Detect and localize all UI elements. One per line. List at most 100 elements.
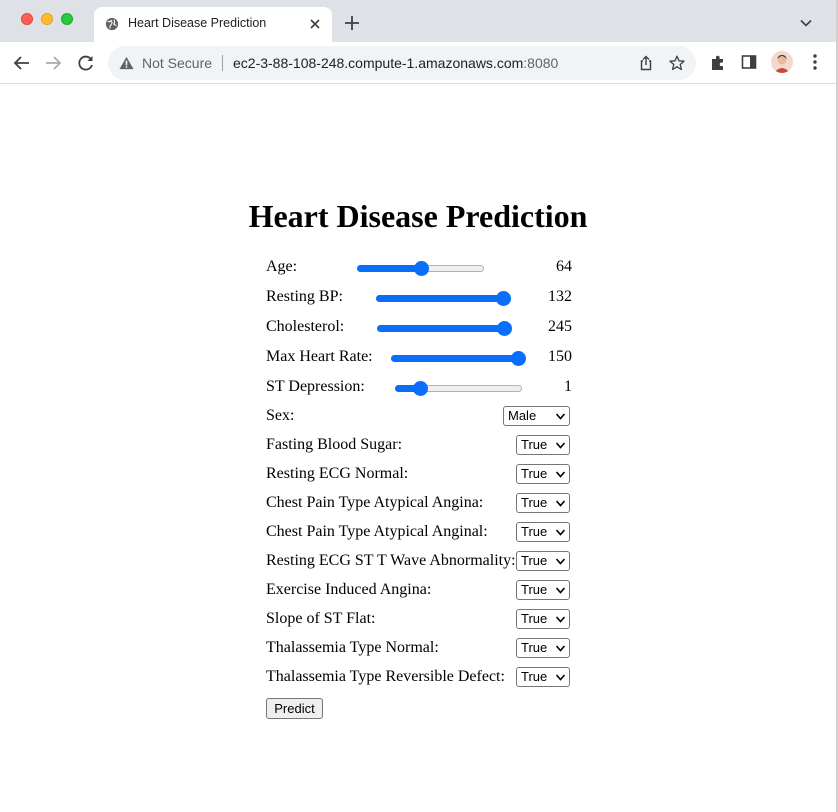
chevron-down-icon <box>556 645 565 652</box>
chevron-down-icon <box>556 500 565 507</box>
chevron-down-icon <box>556 471 565 478</box>
age-value: 64 <box>556 258 572 275</box>
chest-pain-atypical-angina-select[interactable]: True <box>516 493 570 513</box>
person-icon <box>774 55 790 73</box>
age-label: Age: <box>266 258 298 275</box>
minimize-window-button[interactable] <box>41 13 53 25</box>
thalassemia-reversible-defect-label: Thalassemia Type Reversible Defect: <box>266 668 505 685</box>
slider-thumb[interactable] <box>413 381 429 396</box>
resting-ecg-normal-label: Resting ECG Normal: <box>266 465 409 482</box>
select-value: True <box>521 611 548 626</box>
slider-fill <box>376 295 503 302</box>
address-bar[interactable]: Not Secure ec2-3-88-108-248.compute-1.am… <box>108 46 696 80</box>
resting-bp-label: Resting BP: <box>266 288 343 305</box>
thalassemia-reversible-defect-select[interactable]: True <box>516 667 570 687</box>
st-depression-value: 1 <box>564 378 572 395</box>
share-icon[interactable] <box>638 55 654 71</box>
exercise-induced-angina-select[interactable]: True <box>516 580 570 600</box>
st-depression-slider[interactable] <box>395 381 522 396</box>
profile-avatar[interactable] <box>771 51 793 73</box>
exercise-induced-angina-row: Exercise Induced Angina: True <box>266 578 572 604</box>
thalassemia-normal-select[interactable]: True <box>516 638 570 658</box>
new-tab-icon[interactable] <box>344 15 360 31</box>
select-value: True <box>521 466 548 481</box>
max-heart-rate-row: Max Heart Rate: 150 <box>266 345 572 371</box>
bookmark-star-icon[interactable] <box>669 55 685 71</box>
chest-pain-atypical-anginal-select[interactable]: True <box>516 522 570 542</box>
select-value: True <box>521 524 548 539</box>
close-window-button[interactable] <box>21 13 33 25</box>
reload-icon[interactable] <box>77 54 95 72</box>
resting-bp-value: 132 <box>548 288 572 305</box>
tab-title: Heart Disease Prediction <box>128 16 267 30</box>
select-value: Male <box>508 408 537 423</box>
fasting-blood-sugar-label: Fasting Blood Sugar: <box>266 436 403 453</box>
tab-strip: Heart Disease Prediction <box>0 0 838 42</box>
thalassemia-reversible-defect-row: Thalassemia Type Reversible Defect: True <box>266 665 572 691</box>
st-depression-label: ST Depression: <box>266 378 365 395</box>
chevron-down-icon <box>556 529 565 536</box>
resting-ecg-normal-select[interactable]: True <box>516 464 570 484</box>
address-separator <box>222 55 223 71</box>
resting-ecg-st-t-row: Resting ECG ST T Wave Abnormality: True <box>266 549 572 575</box>
select-value: True <box>521 495 548 510</box>
select-value: True <box>521 582 548 597</box>
select-value: True <box>521 553 548 568</box>
slider-thumb[interactable] <box>511 351 526 366</box>
chevron-down-icon <box>556 616 565 623</box>
warning-icon[interactable] <box>119 56 134 70</box>
page-title: Heart Disease Prediction <box>248 198 588 234</box>
select-value: True <box>521 669 548 684</box>
maximize-window-button[interactable] <box>61 13 73 25</box>
chevron-down-icon[interactable] <box>800 17 812 29</box>
thalassemia-normal-row: Thalassemia Type Normal: True <box>266 636 572 662</box>
st-depression-row: ST Depression: 1 <box>266 375 572 401</box>
cholesterol-label: Cholesterol: <box>266 318 345 335</box>
fasting-blood-sugar-row: Fasting Blood Sugar: True <box>266 433 572 459</box>
security-status[interactable]: Not Secure <box>142 55 212 71</box>
chevron-down-icon <box>556 587 565 594</box>
chest-pain-atypical-anginal-row: Chest Pain Type Atypical Anginal: True <box>266 520 572 546</box>
extensions-puzzle-icon[interactable] <box>709 54 727 72</box>
kebab-menu-icon[interactable] <box>808 53 822 71</box>
chevron-down-icon <box>556 674 565 681</box>
chest-pain-atypical-angina-row: Chest Pain Type Atypical Angina: True <box>266 491 572 517</box>
url-text[interactable]: ec2-3-88-108-248.compute-1.amazonaws.com… <box>233 55 558 71</box>
resting-bp-row: Resting BP: 132 <box>266 285 572 311</box>
globe-icon <box>105 17 119 31</box>
chevron-down-icon <box>556 442 565 449</box>
slider-thumb[interactable] <box>496 291 511 306</box>
fasting-blood-sugar-select[interactable]: True <box>516 435 570 455</box>
slider-fill <box>377 325 504 332</box>
forward-arrow-icon[interactable] <box>44 54 62 72</box>
cholesterol-row: Cholesterol: 245 <box>266 315 572 341</box>
resting-ecg-st-t-label: Resting ECG ST T Wave Abnormality: <box>266 552 516 569</box>
slider-fill <box>357 265 421 272</box>
age-row: Age: 64 <box>266 255 572 281</box>
cholesterol-slider[interactable] <box>377 321 512 336</box>
select-value: True <box>521 640 548 655</box>
exercise-induced-angina-label: Exercise Induced Angina: <box>266 581 432 598</box>
resting-bp-slider[interactable] <box>376 291 511 306</box>
max-heart-rate-slider[interactable] <box>391 351 526 366</box>
sex-row: Sex: Male <box>266 404 572 430</box>
thalassemia-normal-label: Thalassemia Type Normal: <box>266 639 439 656</box>
side-panel-icon[interactable] <box>741 54 757 70</box>
predict-button[interactable]: Predict <box>266 698 323 719</box>
sex-label: Sex: <box>266 407 295 424</box>
sex-select[interactable]: Male <box>503 406 570 426</box>
chevron-down-icon <box>556 558 565 565</box>
back-arrow-icon[interactable] <box>13 54 31 72</box>
cholesterol-value: 245 <box>548 318 572 335</box>
page-content: Heart Disease Prediction Age: 64 Resting… <box>0 85 836 812</box>
resting-ecg-st-t-select[interactable]: True <box>516 551 570 571</box>
close-tab-icon[interactable] <box>307 16 323 32</box>
max-heart-rate-value: 150 <box>548 348 572 365</box>
tab-heart-disease-prediction[interactable]: Heart Disease Prediction <box>94 7 332 42</box>
slider-thumb[interactable] <box>413 261 429 276</box>
age-slider[interactable] <box>357 261 484 276</box>
slope-st-flat-select[interactable]: True <box>516 609 570 629</box>
chest-pain-atypical-angina-label: Chest Pain Type Atypical Angina: <box>266 494 484 511</box>
url-port: :8080 <box>523 55 559 71</box>
slider-thumb[interactable] <box>497 321 512 336</box>
